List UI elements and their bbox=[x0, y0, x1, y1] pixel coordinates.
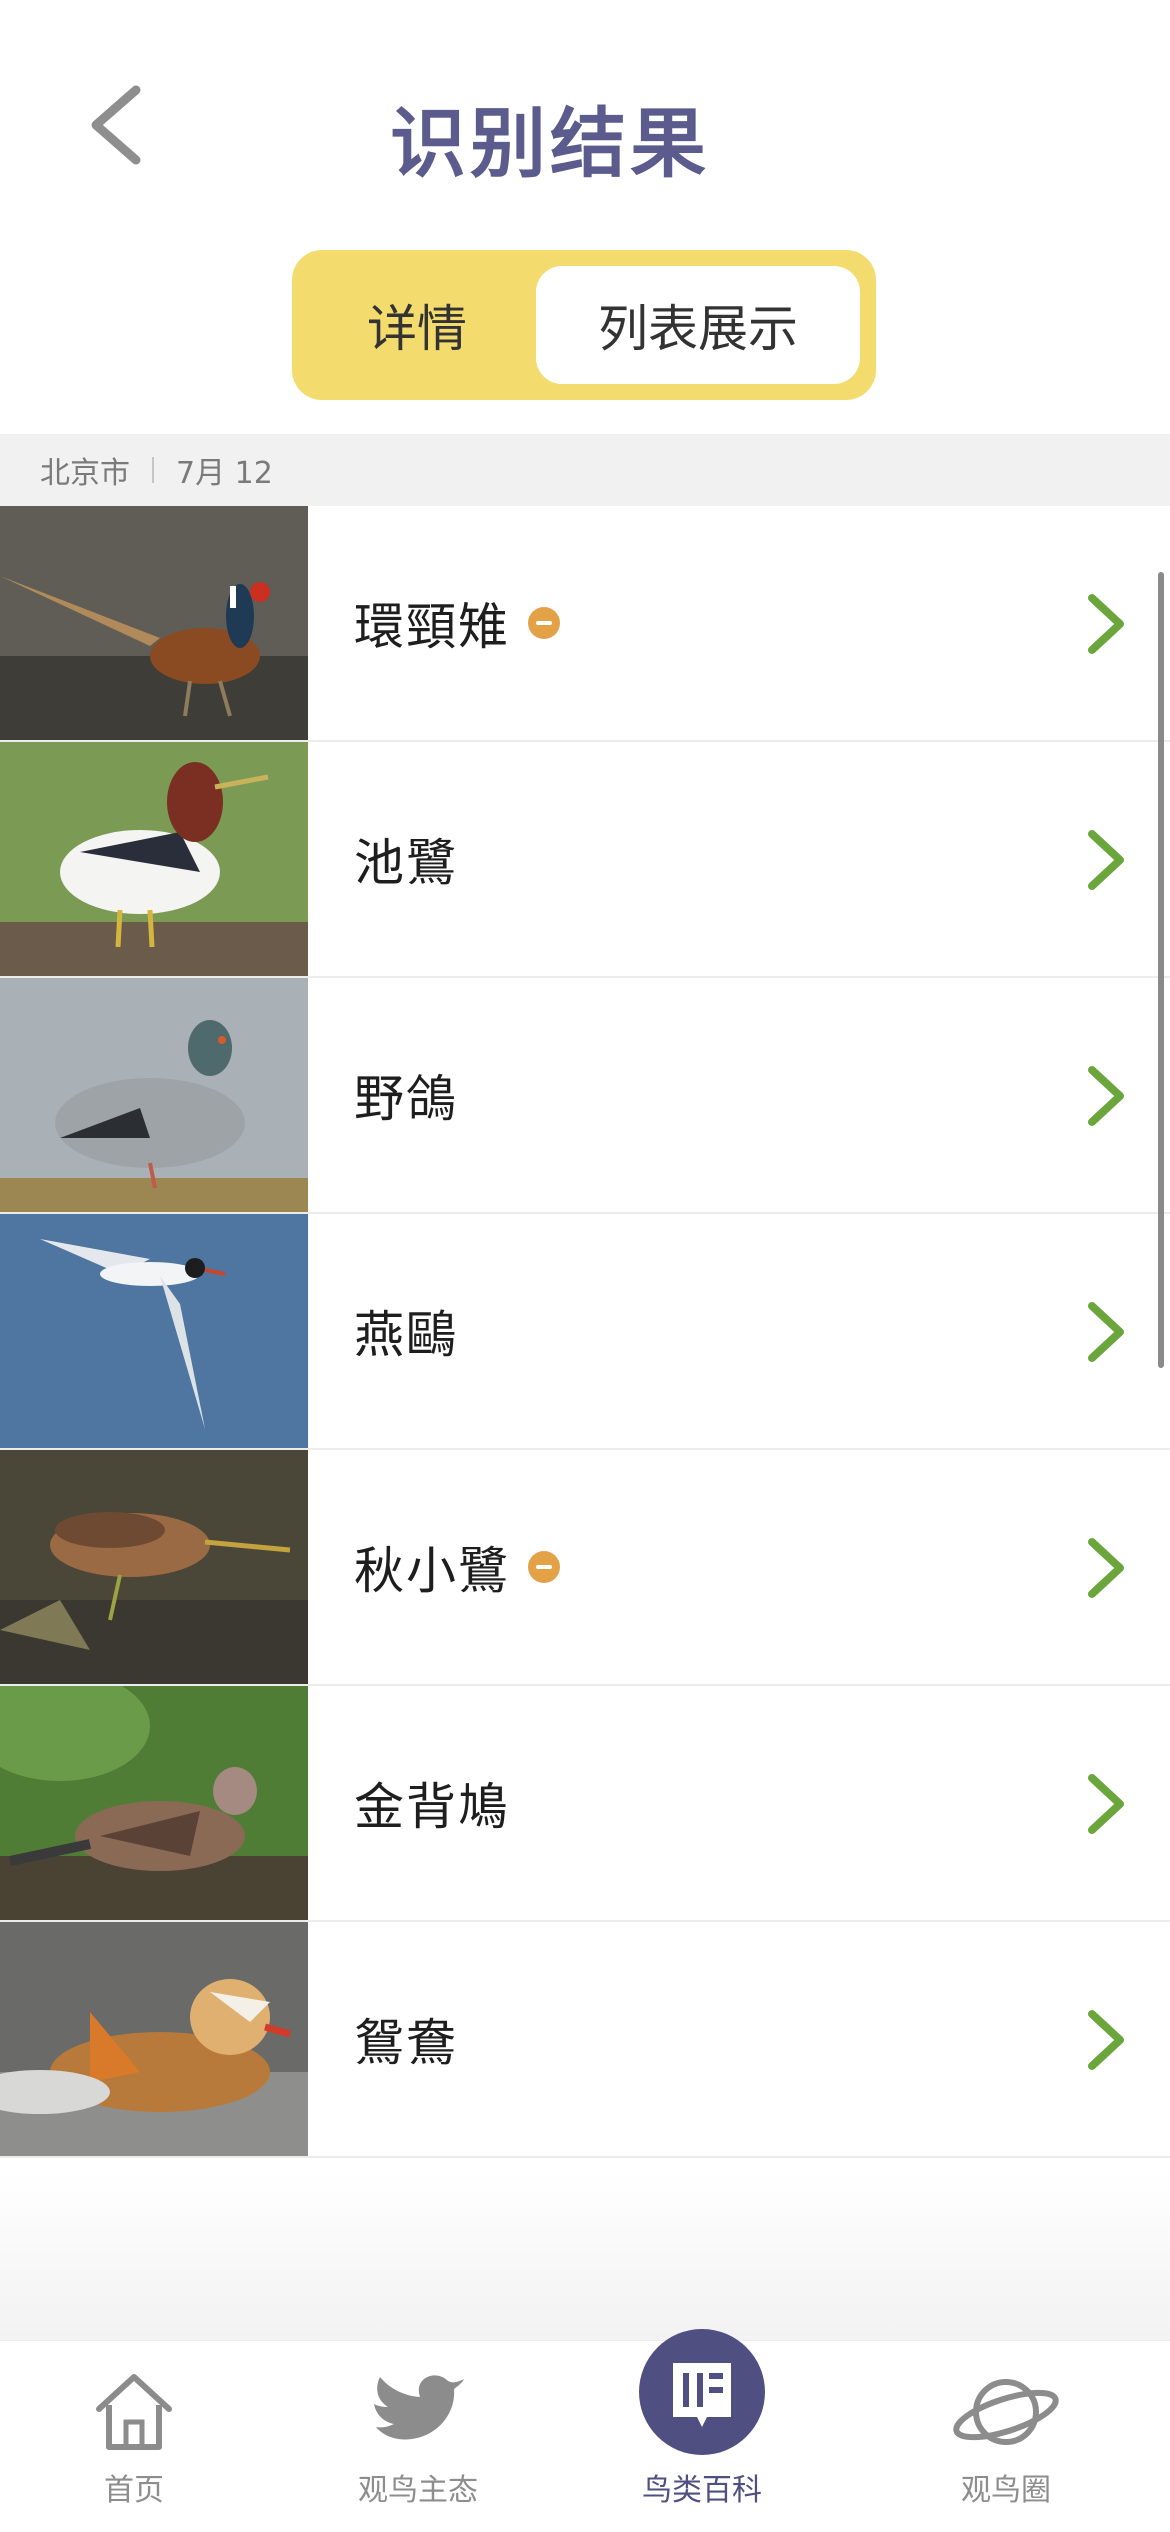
tab-home[interactable]: 首页 bbox=[14, 2341, 254, 2532]
list-item[interactable]: 野鴿 bbox=[0, 978, 1170, 1214]
chevron-right-icon bbox=[1088, 1774, 1124, 1834]
bird-name: 野鴿 bbox=[354, 1070, 458, 1128]
chevron-right-icon bbox=[1088, 594, 1124, 654]
tab-label: 鸟类百科 bbox=[642, 2473, 762, 2508]
bottom-tab-bar: 首页 观鸟主态 鸟类百科 观鸟圈 bbox=[0, 2329, 1170, 2532]
bird-photo bbox=[0, 1686, 308, 1920]
chevron-right-icon bbox=[1088, 1302, 1124, 1362]
bird-name: 秋小鷺 bbox=[354, 1542, 510, 1600]
view-segment-control: 详情 列表展示 bbox=[292, 250, 876, 400]
bird-name: 金背鳩 bbox=[354, 1778, 510, 1836]
status-badge-icon bbox=[528, 1551, 560, 1583]
bird-photo bbox=[0, 1922, 308, 2156]
location-date-bar: 北京市 7月 12 bbox=[0, 434, 1170, 506]
list-item[interactable]: 池鷺 bbox=[0, 742, 1170, 978]
scrollbar[interactable] bbox=[1158, 572, 1164, 1368]
tab-label: 首页 bbox=[104, 2473, 164, 2508]
list-item[interactable]: 鴛鴦 bbox=[0, 1922, 1170, 2158]
tab-birding-circle[interactable]: 观鸟圈 bbox=[886, 2341, 1126, 2532]
page-title: 识别结果 bbox=[390, 99, 710, 188]
tab-bird-encyclopedia[interactable]: 鸟类百科 bbox=[582, 2329, 822, 2532]
list-bottom-fade bbox=[0, 2170, 1170, 2340]
bird-name: 池鷺 bbox=[354, 834, 458, 892]
book-icon bbox=[639, 2329, 765, 2455]
bird-photo bbox=[0, 506, 308, 740]
tab-label: 观鸟圈 bbox=[961, 2473, 1051, 2508]
bird-photo bbox=[0, 1214, 308, 1448]
bird-photo bbox=[0, 978, 308, 1212]
bird-result-list: 環頸雉 池鷺 野鴿 燕鷗 秋小鷺 金背鳩 鴛鴦 bbox=[0, 506, 1170, 2158]
list-item[interactable]: 燕鷗 bbox=[0, 1214, 1170, 1450]
list-item[interactable]: 金背鳩 bbox=[0, 1686, 1170, 1922]
tab-birding-ecology[interactable]: 观鸟主态 bbox=[298, 2341, 538, 2532]
bird-photo bbox=[0, 742, 308, 976]
record-date: 7月 12 bbox=[176, 456, 273, 491]
status-badge-icon bbox=[528, 607, 560, 639]
bird-name: 燕鷗 bbox=[354, 1306, 458, 1364]
bird-name: 環頸雉 bbox=[354, 598, 510, 656]
bird-name: 鴛鴦 bbox=[354, 2014, 458, 2072]
chevron-right-icon bbox=[1088, 1538, 1124, 1598]
bird-icon bbox=[374, 2375, 464, 2440]
list-item[interactable]: 環頸雉 bbox=[0, 506, 1170, 742]
tab-label: 观鸟主态 bbox=[358, 2473, 478, 2508]
tab-list-view[interactable]: 列表展示 bbox=[536, 266, 860, 384]
header: 识别结果 bbox=[0, 0, 1170, 250]
chevron-right-icon bbox=[1088, 2010, 1124, 2070]
chevron-right-icon bbox=[1088, 830, 1124, 890]
home-icon bbox=[96, 2374, 172, 2450]
bird-photo bbox=[0, 1450, 308, 1684]
planet-icon bbox=[953, 2379, 1059, 2445]
location-city: 北京市 bbox=[40, 456, 130, 491]
tab-detail[interactable]: 详情 bbox=[292, 250, 542, 400]
separator bbox=[152, 457, 154, 483]
chevron-right-icon bbox=[1088, 1066, 1124, 1126]
list-item[interactable]: 秋小鷺 bbox=[0, 1450, 1170, 1686]
